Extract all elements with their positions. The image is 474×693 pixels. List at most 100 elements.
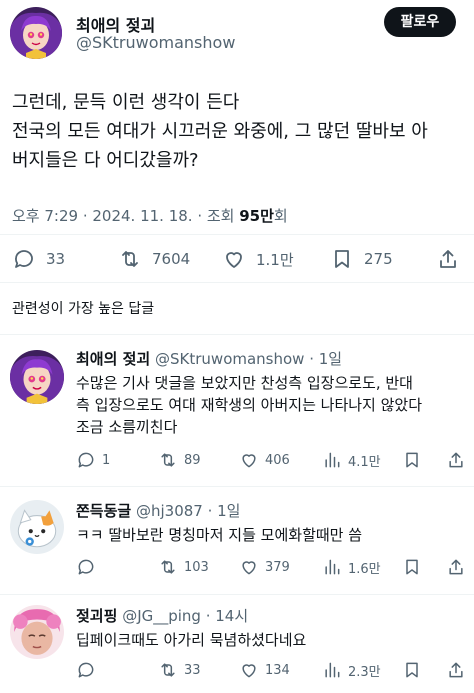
reply-text-line: ㅋㅋ 딸바보란 명칭마저 지들 모에화할때만 씀 (76, 526, 363, 544)
retweet-icon (161, 663, 175, 677)
retweet-count: 103 (184, 559, 209, 575)
author-handle[interactable]: @SKtruwomanshow (76, 33, 235, 52)
like-count: 1.1만 (256, 250, 294, 269)
reply-author-handle[interactable]: @SKtruwomanshow · 1일 (155, 350, 342, 368)
reply-text-line: 딥페이크때도 아가리 묵념하셨다네요 (76, 631, 307, 649)
view-suffix: 회 (273, 207, 288, 225)
share-button[interactable] (446, 555, 466, 579)
reply-button[interactable]: 1 (76, 448, 110, 472)
reply-action-bar: 103 379 1.6만 (76, 555, 474, 579)
retweet-button[interactable]: 89 (158, 448, 201, 472)
retweet-count: 89 (184, 452, 201, 468)
reply-header: 젖괴핑 @JG__ping · 14시 (76, 605, 248, 626)
bookmark-button[interactable] (402, 555, 422, 579)
heart-icon (242, 561, 256, 575)
like-button[interactable]: 134 (239, 658, 290, 682)
tweet-action-bar: 33 7604 1.1만 275 (0, 244, 474, 274)
reply-author-handle[interactable]: @JG__ping · 14시 (122, 607, 248, 625)
reply-text-line: 수많은 기사 댓글을 보았지만 찬성측 입장으로도, 반대 (76, 374, 413, 392)
retweet-icon (122, 251, 138, 267)
analytics-icon (325, 559, 340, 575)
reply-text: ㅋㅋ 딸바보란 명칭마저 지들 모에화할때만 씀 (76, 524, 468, 546)
like-button[interactable]: 406 (239, 448, 290, 472)
divider (0, 486, 474, 487)
heart-icon (242, 454, 256, 468)
divider (0, 282, 474, 283)
retweet-icon (161, 453, 175, 467)
reply-text-line: 조금 소름끼친다 (76, 418, 178, 436)
reply-count: 33 (46, 250, 66, 268)
heart-icon (226, 252, 242, 268)
reply-icon (78, 452, 94, 468)
views-button[interactable]: 2.3만 (322, 658, 381, 682)
author-avatar[interactable] (10, 7, 62, 59)
tweet-text-line: 그런데, 문득 이런 생각이 든다 (12, 92, 240, 113)
reply-header: 최애의 젖괴 @SKtruwomanshow · 1일 (76, 348, 342, 369)
like-count: 406 (265, 452, 290, 468)
reply-header: 쫀득동글 @hj3087 · 1일 (76, 500, 240, 521)
retweet-icon (161, 560, 175, 574)
reply-text: 딥페이크때도 아가리 묵념하셨다네요 (76, 629, 468, 651)
reply-avatar[interactable] (10, 605, 64, 659)
reply-author-name[interactable]: 쫀득동글 (76, 502, 131, 520)
reply-button[interactable] (76, 555, 102, 579)
reply-sort-label[interactable]: 관련성이 가장 높은 답글 (12, 298, 154, 318)
reply-text: 수많은 기사 댓글을 보았지만 찬성측 입장으로도, 반대 측 입장으로도 여대… (76, 372, 468, 438)
views-count: 2.3만 (348, 664, 381, 680)
bookmark-button[interactable]: 275 (330, 244, 393, 274)
divider (0, 234, 474, 235)
tweet-text-line: 전국의 모든 여대가 시끄러운 와중에, 그 많던 딸바보 아 (12, 121, 428, 142)
bookmark-icon (406, 452, 418, 468)
reply-icon (15, 250, 33, 268)
share-button[interactable] (446, 448, 466, 472)
reply-button[interactable]: 33 (12, 244, 65, 274)
share-icon (449, 559, 463, 575)
analytics-icon (325, 452, 340, 468)
reply-author-handle[interactable]: @hj3087 · 1일 (136, 502, 241, 520)
reply-button[interactable] (76, 658, 102, 682)
retweet-count: 7604 (152, 250, 191, 268)
reply-text-line: 측 입장으로도 여대 재학생의 아버지는 나타나지 않았다 (76, 396, 423, 414)
views-button[interactable]: 1.6만 (322, 555, 381, 579)
bookmark-icon (406, 662, 418, 678)
share-icon (449, 452, 463, 468)
views-count: 4.1만 (348, 454, 381, 470)
reply-icon (78, 559, 94, 575)
reply-avatar[interactable] (10, 500, 64, 554)
views-count: 1.6만 (348, 561, 381, 577)
reply-author-name[interactable]: 젖괴핑 (76, 607, 117, 625)
bookmark-button[interactable] (402, 658, 422, 682)
views-button[interactable]: 4.1만 (322, 448, 381, 472)
like-count: 134 (265, 662, 290, 678)
share-icon (449, 662, 463, 678)
bookmark-button[interactable] (402, 448, 422, 472)
divider (0, 594, 474, 595)
reply-icon (78, 662, 94, 678)
retweet-button[interactable]: 103 (158, 555, 209, 579)
tweet-meta: 오후 7:29 · 2024. 11. 18. · 조회 95만회 (12, 205, 288, 226)
tweet-timestamp[interactable]: 오후 7:29 · 2024. 11. 18. · 조회 (12, 207, 239, 225)
bookmark-icon (406, 559, 418, 575)
reply-action-bar: 33 134 2.3만 (76, 658, 474, 682)
reply-avatar[interactable] (10, 350, 64, 404)
tweet-text: 그런데, 문득 이런 생각이 든다 전국의 모든 여대가 시끄러운 와중에, 그… (12, 88, 464, 175)
share-button[interactable] (436, 244, 460, 274)
reply-author-name[interactable]: 최애의 젖괴 (76, 350, 150, 368)
bookmark-count: 275 (364, 250, 393, 268)
retweet-count: 33 (184, 662, 201, 678)
share-button[interactable] (446, 658, 466, 682)
tweet-text-line: 버지들은 다 어디갔을까? (12, 150, 199, 171)
retweet-button[interactable]: 33 (158, 658, 201, 682)
bookmark-icon (335, 250, 349, 268)
retweet-button[interactable]: 7604 (118, 244, 190, 274)
divider (0, 334, 474, 335)
share-icon (440, 250, 456, 268)
view-count: 95만 (239, 207, 274, 225)
follow-button[interactable]: 팔로우 (384, 7, 456, 37)
like-count: 379 (265, 559, 290, 575)
reply-count: 1 (102, 452, 111, 468)
tweet-header: 최애의 젖괴 @SKtruwomanshow 팔로우 (0, 0, 474, 68)
analytics-icon (325, 662, 340, 678)
like-button[interactable]: 379 (239, 555, 290, 579)
like-button[interactable]: 1.1만 (222, 244, 294, 274)
